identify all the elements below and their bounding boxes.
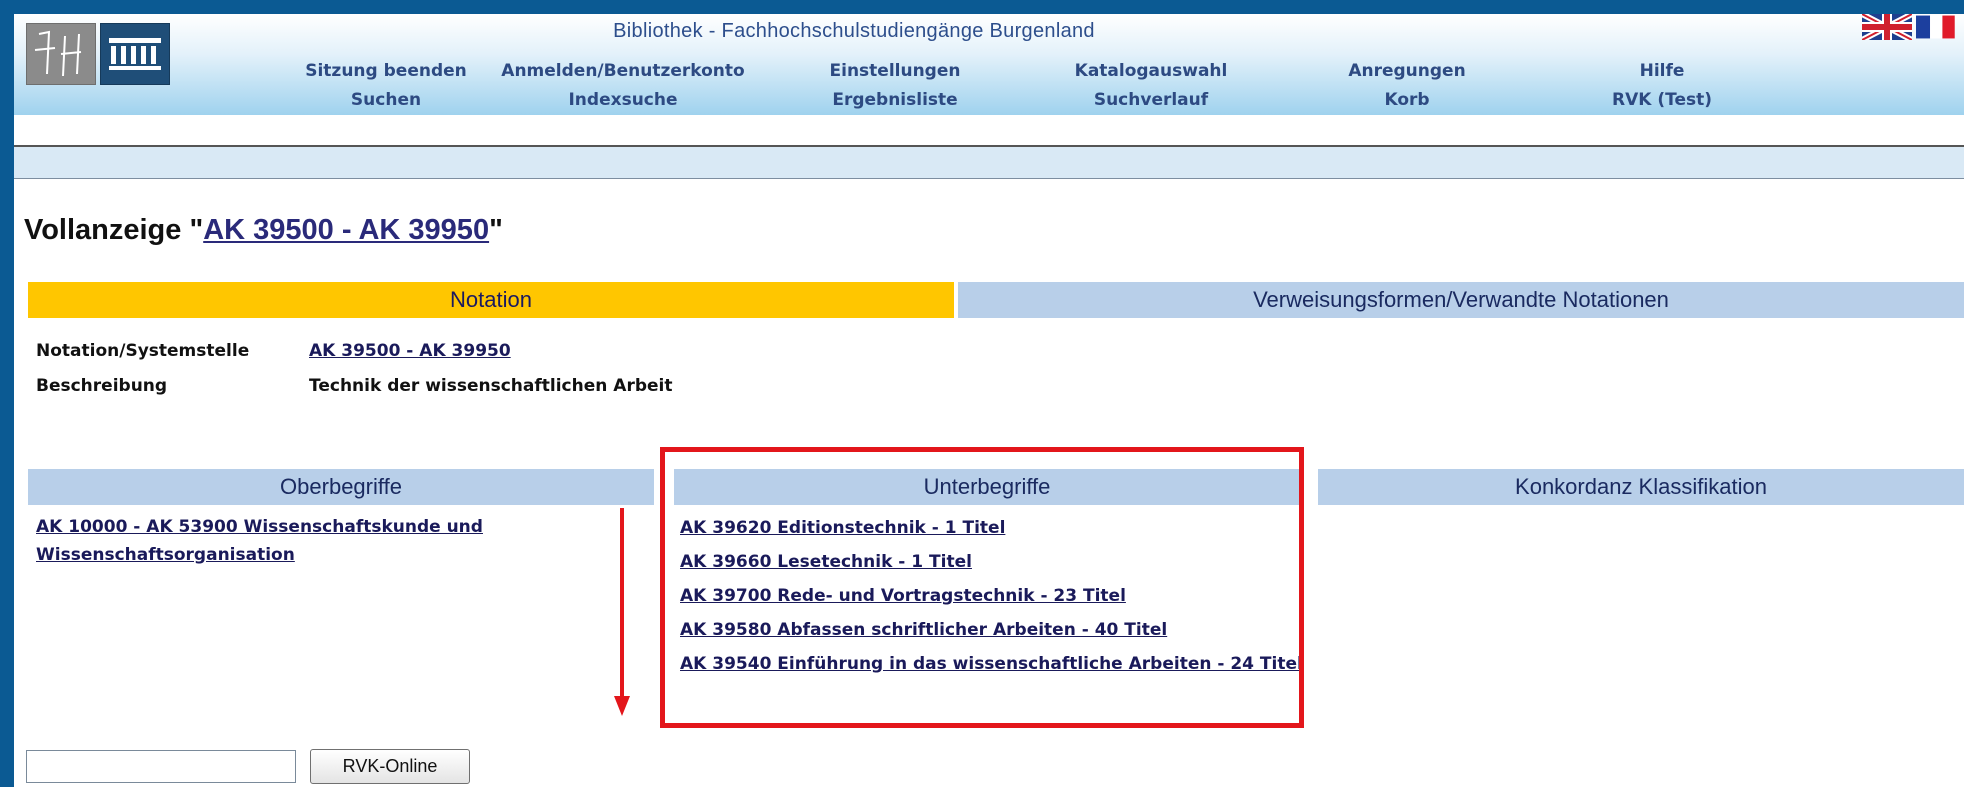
- nav-ergebnisliste[interactable]: Ergebnisliste: [832, 90, 957, 110]
- oberbegriffe-list: AK 10000 - AK 53900 Wissenschaftskunde u…: [36, 513, 556, 569]
- page-title-prefix: Vollanzeige ": [24, 214, 204, 246]
- down-arrow-icon: [614, 508, 630, 716]
- oberbegriff-link[interactable]: AK 10000 - AK 53900 Wissenschaftskunde u…: [36, 513, 556, 569]
- site-title: Bibliothek - Fachhochschulstudiengänge B…: [613, 20, 1095, 42]
- nav-suchverlauf[interactable]: Suchverlauf: [1094, 90, 1208, 110]
- nav-rvk-test[interactable]: RVK (Test): [1612, 90, 1712, 110]
- rvk-online-button[interactable]: RVK-Online: [310, 749, 470, 784]
- nav-indexsuche[interactable]: Indexsuche: [568, 90, 677, 110]
- nav-katalogauswahl[interactable]: Katalogauswahl: [1075, 61, 1228, 81]
- uk-flag-icon[interactable]: [1862, 14, 1912, 40]
- nav-row-1: Sitzung beenden Anmelden/Benutzerkonto E…: [14, 61, 1964, 89]
- notation-value-link[interactable]: AK 39500 - AK 39950: [309, 341, 511, 361]
- language-flags: [1862, 14, 1960, 40]
- separator-bar: [14, 145, 1964, 179]
- nav-row-2: Suchen Indexsuche Ergebnisliste Suchverl…: [14, 90, 1964, 118]
- header: Bibliothek - Fachhochschulstudiengänge B…: [14, 14, 1964, 115]
- rvk-search-input[interactable]: [26, 750, 296, 783]
- nav-sitzung-beenden[interactable]: Sitzung beenden: [305, 61, 467, 81]
- france-flag-icon[interactable]: [1916, 14, 1960, 40]
- page-title: Vollanzeige "AK 39500 - AK 39950": [24, 214, 503, 247]
- nav-einstellungen[interactable]: Einstellungen: [830, 61, 961, 81]
- konkordanz-header: Konkordanz Klassifikation: [1318, 469, 1964, 505]
- nav-korb[interactable]: Korb: [1384, 90, 1429, 110]
- app-frame: Bibliothek - Fachhochschulstudiengänge B…: [14, 14, 1964, 787]
- page-title-link[interactable]: AK 39500 - AK 39950: [203, 214, 489, 246]
- tab-notation[interactable]: Notation: [28, 282, 954, 318]
- page-title-suffix: ": [489, 214, 503, 246]
- notation-label: Notation/Systemstelle: [36, 341, 250, 361]
- nav-anmelden[interactable]: Anmelden/Benutzerkonto: [501, 61, 744, 81]
- tab-verweisungsformen[interactable]: Verweisungsformen/Verwandte Notationen: [958, 282, 1964, 318]
- oberbegriffe-header: Oberbegriffe: [28, 469, 654, 505]
- nav-anregungen[interactable]: Anregungen: [1348, 61, 1465, 81]
- highlight-annotation-box: [660, 447, 1304, 728]
- nav-hilfe[interactable]: Hilfe: [1640, 61, 1685, 81]
- nav-suchen[interactable]: Suchen: [351, 90, 421, 110]
- beschreibung-label: Beschreibung: [36, 376, 168, 396]
- beschreibung-value: Technik der wissenschaftlichen Arbeit: [309, 376, 673, 396]
